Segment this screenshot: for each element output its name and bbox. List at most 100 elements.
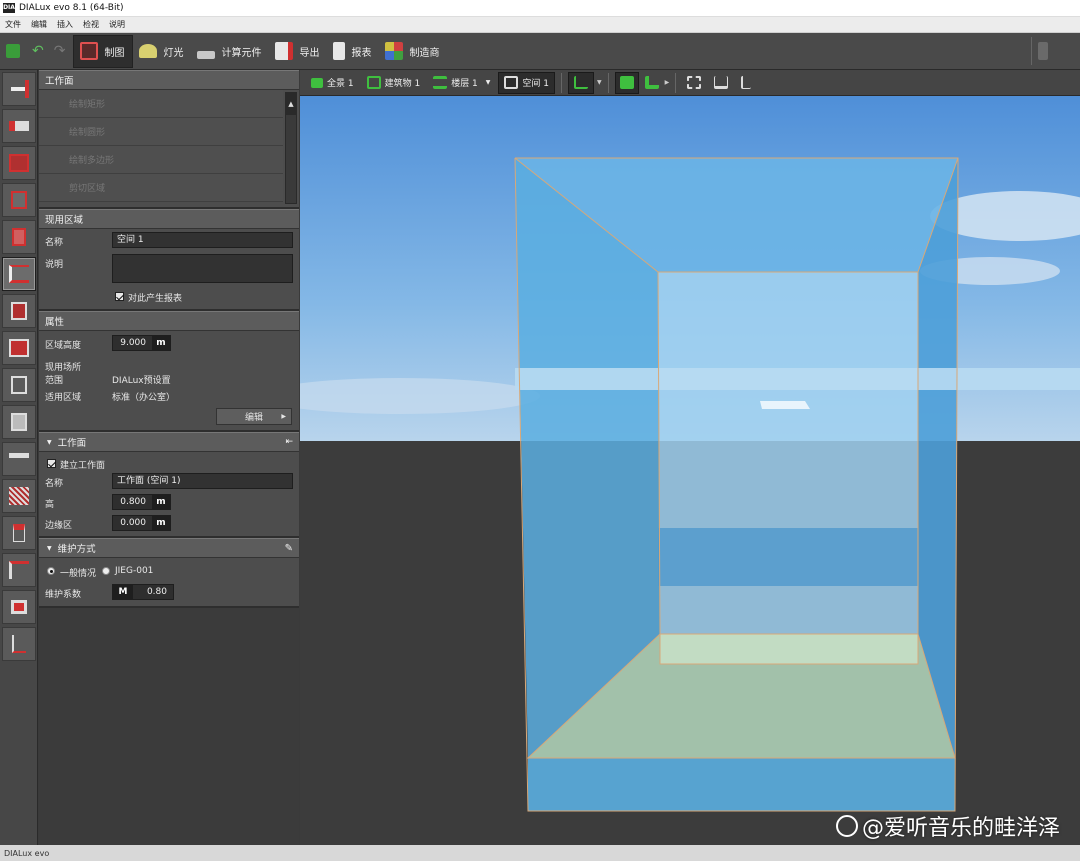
report-checkbox[interactable] (115, 292, 124, 301)
manufacturer-icon (385, 42, 404, 60)
left-tool-bar (0, 70, 38, 845)
view-mode-button[interactable] (568, 71, 594, 94)
tool-window[interactable] (2, 405, 36, 439)
stairs-icon (9, 487, 29, 505)
column-icon (9, 561, 29, 579)
collapse-arrow-icon[interactable]: ▼ (47, 439, 52, 446)
factor-input[interactable]: M 0.80 (112, 584, 174, 600)
create-workplane-checkbox[interactable] (47, 459, 56, 468)
scene-selector[interactable]: 全景 1 (306, 72, 359, 94)
tool-drawing[interactable] (2, 516, 36, 550)
tool-cube[interactable] (2, 294, 36, 328)
value: 9.000 (120, 338, 146, 348)
scene-canvas[interactable] (300, 96, 1080, 845)
factor-label: 维护系数 (45, 590, 82, 600)
section-header-workplane: ▼ 工作面 ⇤ (39, 432, 299, 452)
workplane-strip (660, 634, 918, 664)
tool-roof[interactable] (2, 331, 36, 365)
3d-viewport[interactable] (300, 96, 1080, 845)
area-name-field[interactable]: 空间 1 (112, 232, 293, 248)
tab-report[interactable]: 报表 (327, 35, 379, 68)
l-shape-icon (644, 76, 659, 89)
tool-grid[interactable] (2, 627, 36, 661)
status-bar: DIALux evo (0, 845, 1080, 861)
tool-building[interactable] (2, 146, 36, 180)
tool-draw-rectangle[interactable]: 绘制矩形 (39, 90, 283, 118)
more-arrow-icon[interactable]: ▶ (665, 79, 670, 86)
lamp-icon (139, 44, 158, 58)
tab-label: 计算元件 (221, 47, 262, 59)
scope-value: DIALux预设置 (112, 376, 171, 386)
window-icon (11, 413, 27, 431)
tool-door[interactable] (2, 220, 36, 254)
scroll-up-arrow-icon[interactable]: ▲ (286, 93, 296, 115)
solid-view-button[interactable] (614, 71, 639, 94)
measure-button[interactable] (709, 72, 733, 94)
table-icon (9, 453, 29, 465)
menu-insert[interactable]: 插入 (52, 19, 78, 30)
dimension-button[interactable] (736, 72, 756, 94)
unit: m (152, 336, 170, 350)
fit-view-button[interactable] (682, 72, 706, 94)
section-header-properties: 属性 (39, 311, 299, 331)
panel-scrollbar[interactable]: ▲ (285, 92, 297, 204)
light-reflection (760, 401, 810, 409)
watermark: @爱听音乐的畦洋泽 (835, 810, 1060, 842)
tool-column[interactable] (2, 553, 36, 587)
undo-button[interactable]: ↶ (26, 35, 50, 68)
description-label: 说明 (45, 260, 64, 270)
tool-table[interactable] (2, 442, 36, 476)
tab-light[interactable]: 灯光 (133, 35, 191, 68)
description-field[interactable] (112, 254, 293, 283)
save-button[interactable] (0, 35, 26, 68)
tool-stairs[interactable] (2, 479, 36, 513)
scene-label: 全景 1 (327, 79, 354, 89)
tool-box[interactable] (2, 368, 36, 402)
menu-file[interactable]: 文件 (0, 19, 26, 30)
section-header-maintenance: ▼ 维护方式 ✎ (39, 538, 299, 558)
redo-button[interactable]: ↷ (50, 35, 74, 68)
tool-room[interactable] (2, 257, 36, 291)
collapse-arrow-icon[interactable]: ▼ (47, 545, 52, 552)
menu-view[interactable]: 检视 (78, 19, 104, 30)
pin-icon[interactable]: ✎ (285, 543, 293, 554)
building-selector[interactable]: 建筑物 1 (362, 72, 426, 94)
export-icon (275, 42, 294, 60)
room-selector[interactable]: 空间 1 (498, 71, 555, 94)
workplane-name-label: 名称 (45, 479, 64, 489)
section-title: 工作面 (57, 438, 87, 449)
workplane-name-field[interactable]: 工作面 (空间 1) (112, 473, 293, 489)
floor-label: 楼层 1 (451, 79, 478, 89)
tool-draw-polygon[interactable]: 绘制多边形 (39, 146, 283, 174)
prefix: M (113, 585, 133, 599)
tool-wall[interactable] (2, 183, 36, 217)
area-height-input[interactable]: 9.000 m (112, 335, 171, 351)
building-icon (366, 76, 381, 89)
tab-calculation[interactable]: 计算元件 (191, 35, 269, 68)
view-toolbar: 全景 1 建筑物 1 楼层 1 ▼ 空间 1 ▼ ▶ (300, 70, 1080, 96)
tool-furniture[interactable] (2, 109, 36, 143)
tab-export[interactable]: 导出 (269, 35, 327, 68)
tool-draw-circle[interactable]: 绘制圆形 (39, 118, 283, 146)
edit-button[interactable]: 编辑 ▶ (216, 408, 292, 425)
jieg-radio[interactable] (102, 567, 110, 575)
l-view-button[interactable] (642, 72, 662, 94)
pin-icon[interactable]: ⇤ (285, 437, 293, 447)
workplane-height-input[interactable]: 0.800 m (112, 494, 171, 510)
margin-input[interactable]: 0.000 m (112, 515, 171, 531)
menu-edit[interactable]: 编辑 (26, 19, 52, 30)
tab-manufacturer[interactable]: 制造商 (379, 35, 447, 68)
tool-label: 绘制矩形 (69, 100, 106, 110)
tool-cut-area[interactable]: 剪切区域 (39, 174, 283, 202)
dropdown-arrow-icon[interactable]: ▼ (597, 79, 602, 86)
tool-import[interactable] (2, 72, 36, 106)
value: 0.800 (120, 497, 146, 507)
divider (561, 72, 562, 93)
exit-button[interactable] (1032, 35, 1080, 68)
tool-frame[interactable] (2, 590, 36, 624)
tab-construction[interactable]: 制图 (73, 34, 134, 68)
floor-selector[interactable]: 楼层 1 ▼ (428, 72, 495, 94)
menu-help[interactable]: 说明 (104, 19, 130, 30)
general-radio[interactable] (47, 567, 55, 575)
menu-bar: 文件 编辑 插入 检视 说明 (0, 17, 1080, 33)
